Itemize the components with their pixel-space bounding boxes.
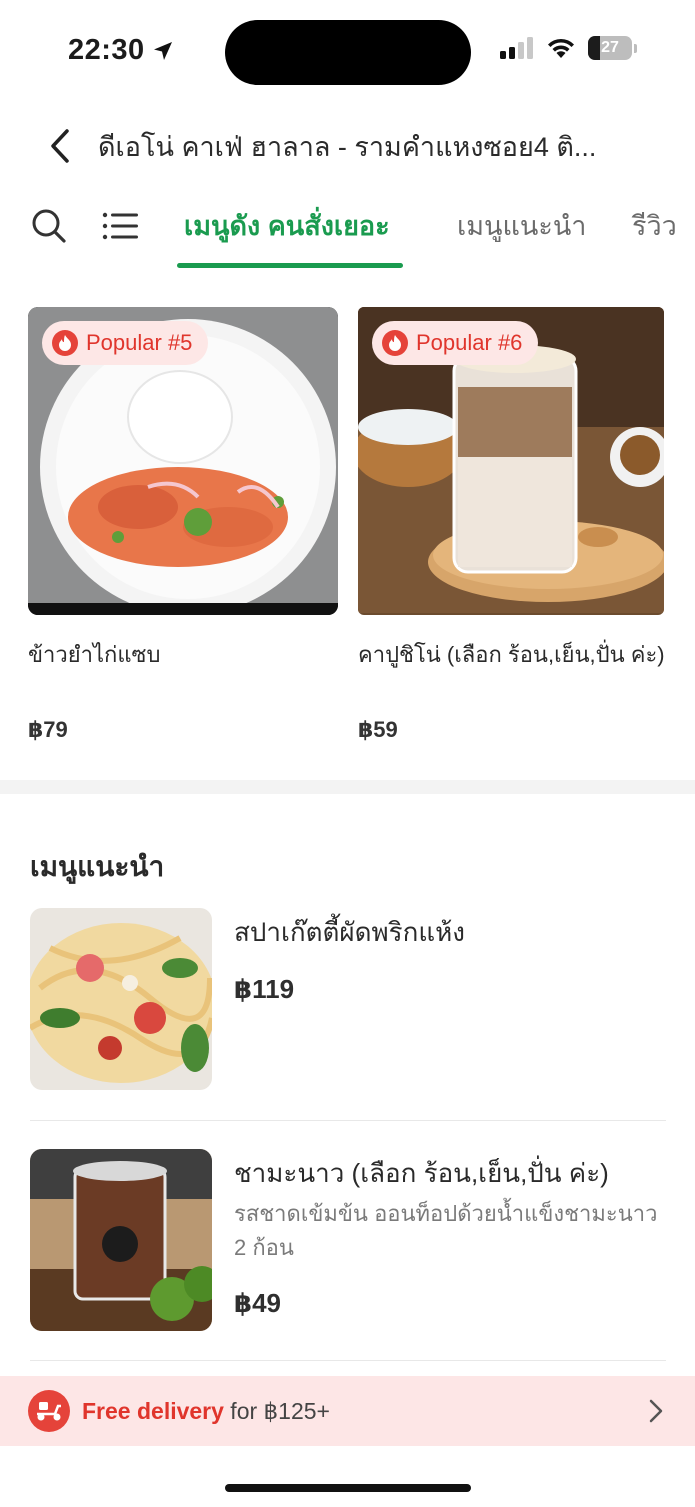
list-separator [30,1360,666,1361]
wifi-icon [548,38,574,58]
restaurant-title: ดีเอโน่ คาเฟ่ ฮาลาล - รามคำแหงซอย4 ติ... [98,131,597,162]
back-button[interactable] [40,126,80,166]
food-photo: Popular #5 [28,307,338,615]
item-price: ฿79 [28,717,68,742]
section-divider [0,780,695,794]
menu-list-item[interactable]: ชามะนาว (เลือก ร้อน,เย็น,ปั่น ค่ะ) รสชาด… [30,1149,666,1339]
search-button[interactable] [29,206,69,246]
battery-level: 27 [601,39,619,56]
drink-photo: Popular #6 [358,307,664,615]
delivery-text: Free delivery for ฿125+ [82,1398,330,1425]
dynamic-island [225,20,471,85]
popular-rank-label: Popular #5 [86,330,193,355]
spaghetti-image [30,908,212,1090]
location-arrow-icon [153,41,172,60]
item-name: ข้าวยำไก่แซบ [28,642,161,667]
item-price: ฿119 [234,974,295,1004]
scooter-icon [28,1390,70,1432]
popular-rank-label: Popular #6 [416,330,523,355]
menu-list-item[interactable]: สปาเก๊ตตี้ผัดพริกแห้ง ฿119 [30,908,666,1098]
search-icon [32,209,66,243]
fire-icon [52,330,78,356]
menu-list-button[interactable] [100,206,140,246]
delivery-accent-text: Free delivery [82,1397,224,1424]
list-icon [102,212,138,240]
battery-icon: 27 [588,36,632,60]
chevron-left-icon [51,129,69,163]
battery-tip [634,43,637,53]
popular-badge: Popular #5 [42,321,209,365]
active-tab-indicator [177,263,403,268]
list-separator [30,1120,666,1121]
item-name: คาปูชิโน่ (เลือก ร้อน,เย็น,ปั่น ค่ะ) [358,642,665,667]
cellular-signal-icon [500,37,533,59]
recommended-section-title: เมนูแนะนำ [30,851,165,882]
tab-recommended[interactable]: เมนูแนะนำ [457,206,586,246]
fire-icon [382,330,408,356]
tab-reviews[interactable]: รีวิว [632,206,677,246]
system-icons: 27 [500,36,637,60]
item-description: รสชาดเข้มข้น ออนท็อปด้วยน้ำแข็งชามะนาว 2… [234,1201,658,1260]
status-time: 22:30 [68,34,175,67]
item-name: ชามะนาว (เลือก ร้อน,เย็น,ปั่น ค่ะ) [234,1158,609,1188]
popular-item-card[interactable]: Popular #6 คาปูชิโน่ (เลือก ร้อน,เย็น,ปั… [358,307,668,742]
home-indicator[interactable] [225,1484,471,1492]
free-delivery-banner[interactable]: Free delivery for ฿125+ [0,1376,695,1446]
lemon-tea-image [30,1149,212,1331]
drink-photo [30,1149,212,1331]
clock-text: 22:30 [68,34,145,66]
item-price: ฿59 [358,717,398,742]
item-name: สปาเก๊ตตี้ผัดพริกแห้ง [234,917,465,947]
chevron-right-icon [649,1399,663,1423]
item-price: ฿49 [234,1288,282,1318]
delivery-threshold-text: for ฿125+ [223,1397,330,1424]
tab-popular[interactable]: เมนูดัง คนสั่งเยอะ [184,206,390,246]
page-header: ดีเอโน่ คาเฟ่ ฮาลาล - รามคำแหงซอย4 ติ... [0,115,695,177]
food-photo [30,908,212,1090]
status-bar: 22:30 27 [0,0,695,100]
popular-item-card[interactable]: Popular #5 ข้าวยำไก่แซบ ฿79 [28,307,338,742]
category-tabbar: เมนูดัง คนสั่งเยอะ เมนูแนะนำ รีวิว [0,190,695,270]
popular-badge: Popular #6 [372,321,539,365]
